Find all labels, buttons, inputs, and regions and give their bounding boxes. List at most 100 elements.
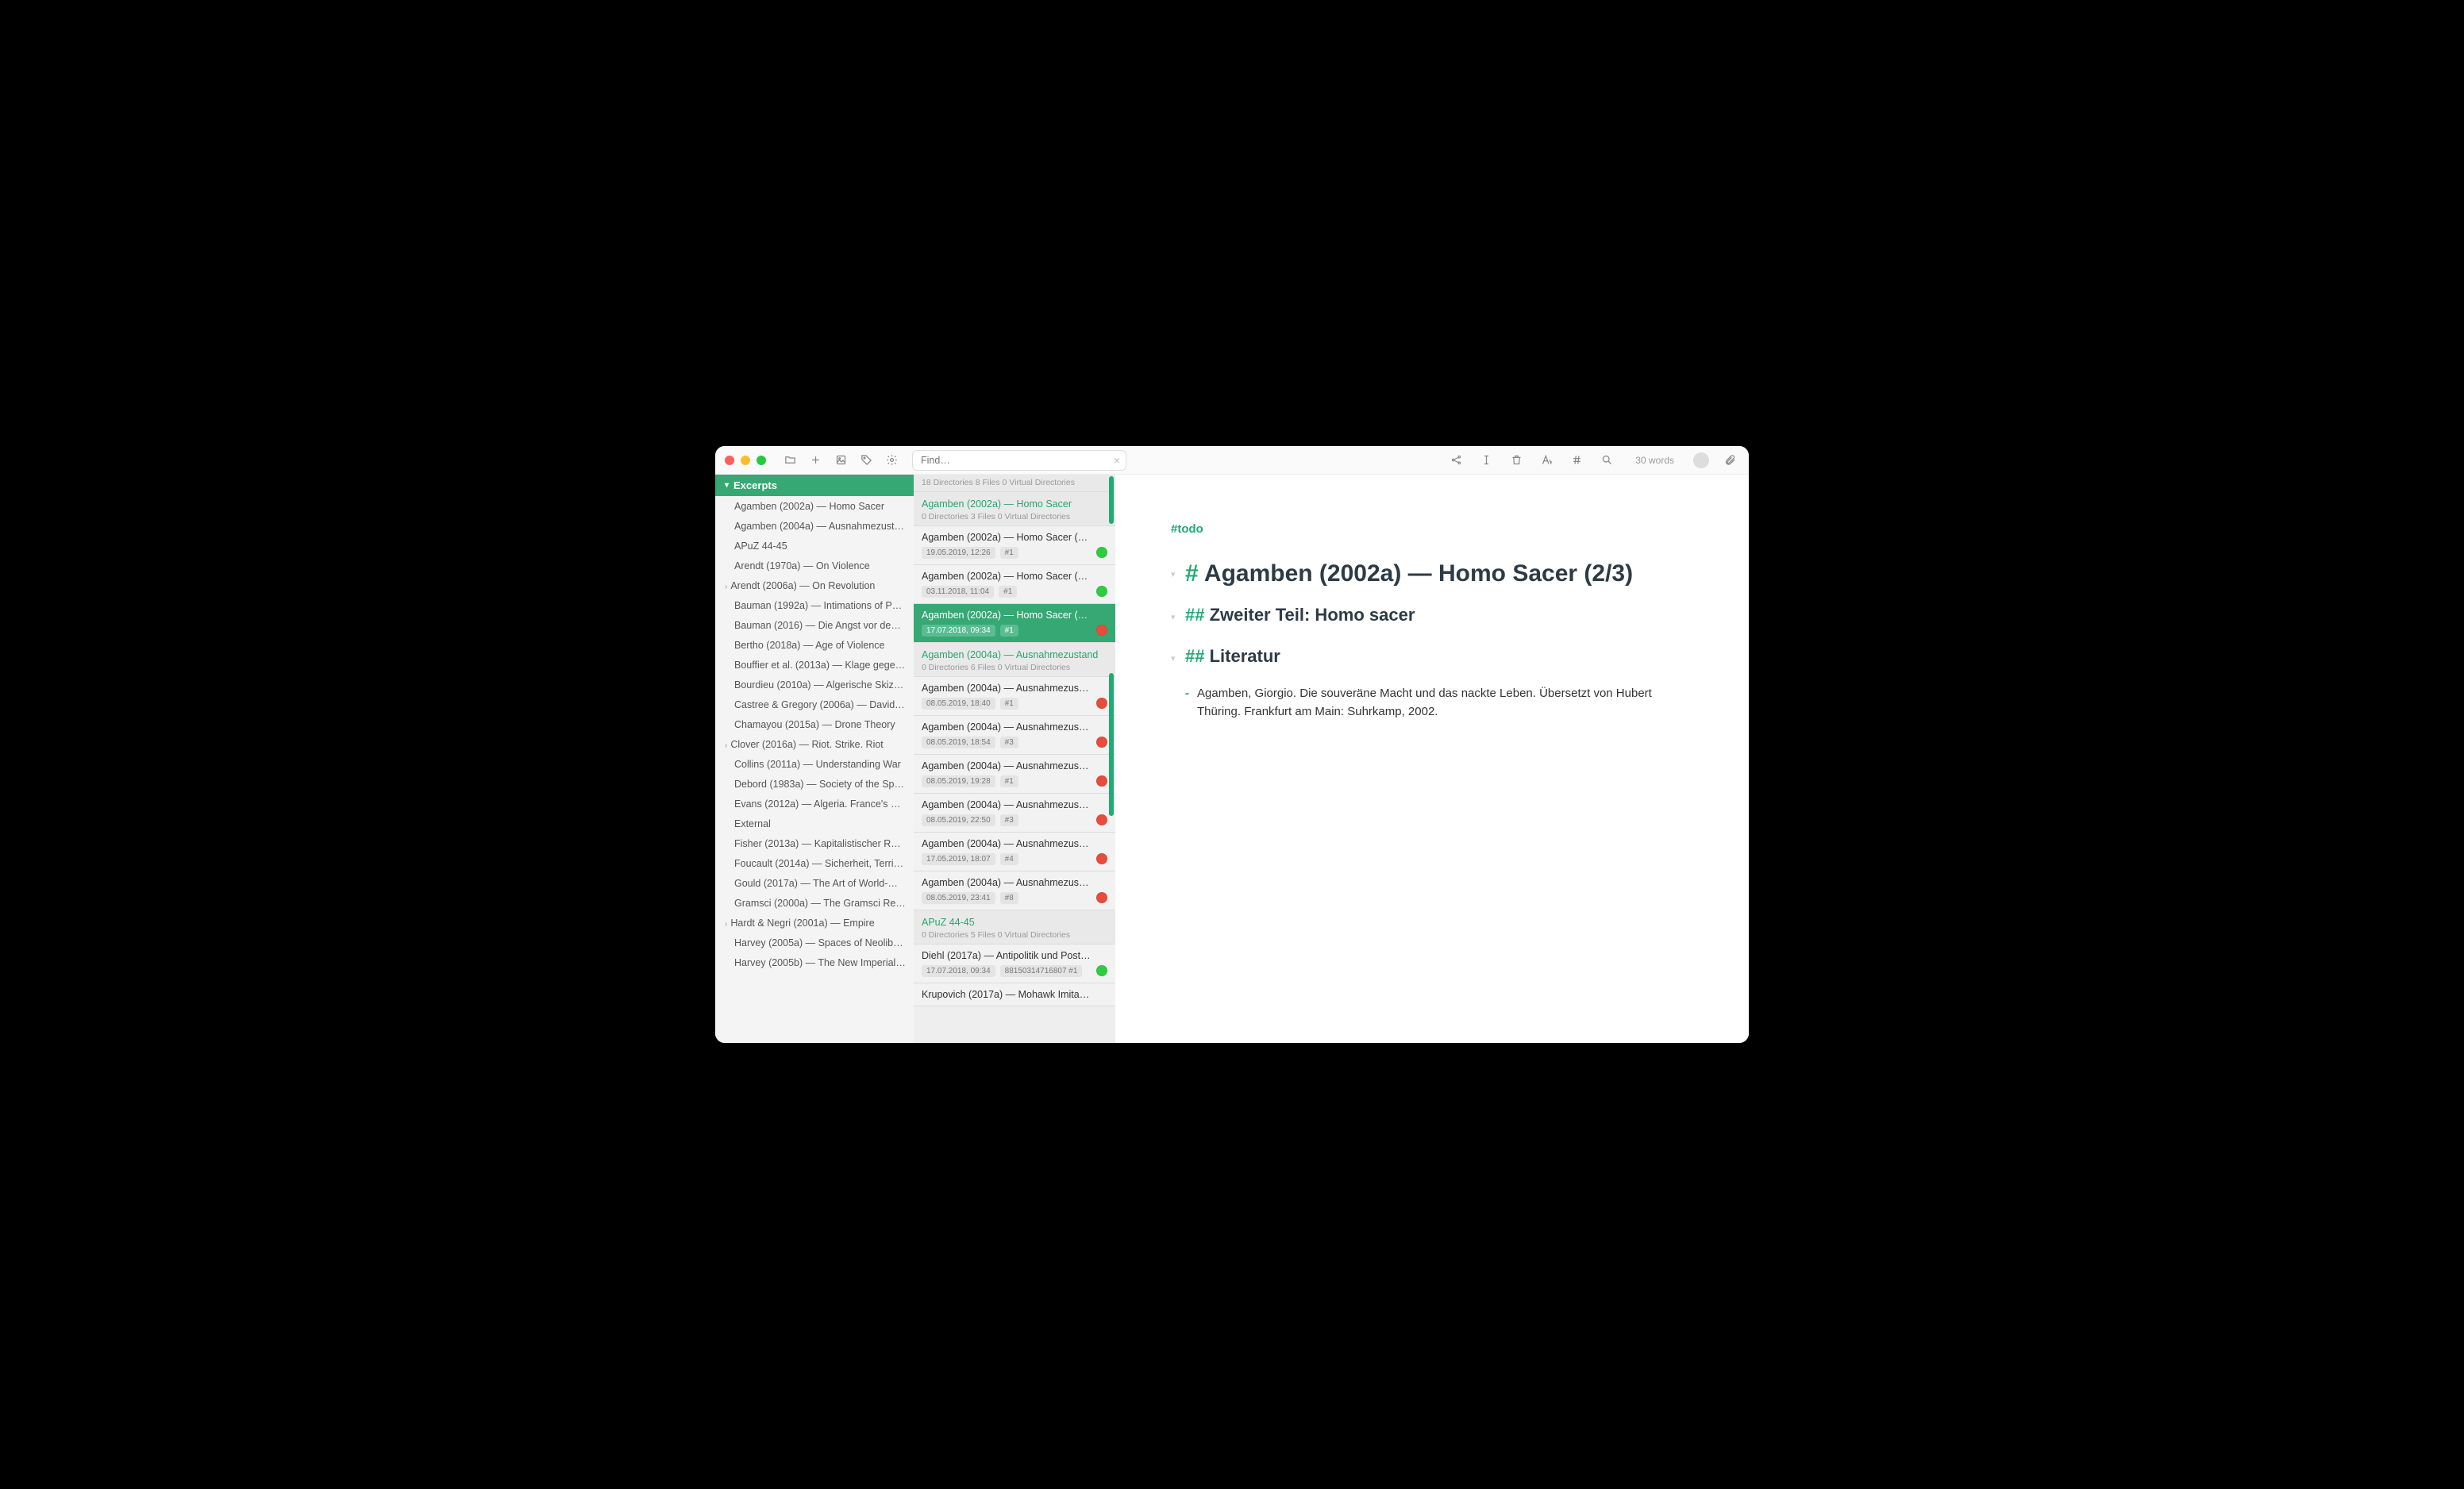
search-icon[interactable]: [1597, 451, 1616, 470]
traffic-lights: [725, 456, 766, 465]
file-item[interactable]: Agamben (2002a) — Homo Sacer (1-3)03.11.…: [914, 565, 1115, 604]
status-dot: [1096, 814, 1107, 825]
sidebar-item-label: Arendt (1970a) — On Violence: [734, 560, 870, 571]
fold-chevron-icon[interactable]: ▾: [1171, 569, 1179, 579]
file-item[interactable]: Agamben (2004a) — Ausnahmezustand 308.05…: [914, 755, 1115, 794]
sidebar-item[interactable]: Debord (1983a) — Society of the Spectacl…: [715, 774, 914, 794]
sidebar-item[interactable]: Collins (2011a) — Understanding War: [715, 754, 914, 774]
editor-pane[interactable]: #todo ▾ # Agamben (2002a) — Homo Sacer (…: [1115, 475, 1749, 1043]
search-field[interactable]: ×: [912, 450, 1126, 471]
font-icon[interactable]: [1537, 451, 1556, 470]
chevron-right-icon: ›: [725, 583, 727, 591]
file-group-header[interactable]: APuZ 44-45 0 Directories 5 Files 0 Virtua…: [914, 910, 1115, 945]
maximize-window-button[interactable]: [757, 456, 766, 465]
heading-2[interactable]: ▾ ## Zweiter Teil: Homo sacer: [1171, 605, 1693, 625]
file-title: Diehl (2017a) — Antipolitik und Postmode…: [922, 950, 1107, 961]
sidebar-item[interactable]: Gould (2017a) — The Art of World-Making: [715, 873, 914, 893]
sidebar-item[interactable]: APuZ 44-45: [715, 536, 914, 556]
sidebar-item-label: APuZ 44-45: [734, 541, 787, 552]
sidebar-item[interactable]: Agamben (2004a) — Ausnahmezustand: [715, 516, 914, 536]
file-item[interactable]: Krupovich (2017a) — Mohawk Imitation: [914, 983, 1115, 1006]
sidebar-item-label: Chamayou (2015a) — Drone Theory: [734, 719, 895, 730]
group-title: Agamben (2002a) — Homo Sacer: [922, 498, 1107, 510]
sidebar-item[interactable]: External: [715, 814, 914, 833]
fold-chevron-icon[interactable]: ▾: [1171, 612, 1179, 622]
clear-search-icon[interactable]: ×: [1114, 454, 1120, 467]
attachment-icon[interactable]: [1720, 451, 1739, 470]
hash-icon[interactable]: [1567, 451, 1586, 470]
sidebar-list[interactable]: Agamben (2002a) — Homo SacerAgamben (200…: [715, 496, 914, 1043]
sidebar-item[interactable]: Harvey (2005b) — The New Imperialism: [715, 952, 914, 972]
file-item[interactable]: Agamben (2004a) — Ausnahmezustand 208.05…: [914, 716, 1115, 755]
group-title: APuZ 44-45: [922, 917, 1107, 928]
file-date: 03.11.2018, 11:04: [922, 586, 994, 598]
chevron-down-icon: ▾: [725, 481, 729, 490]
app-window: × 30 words ▾ Excerpts Agamben (2002a) — …: [715, 446, 1749, 1043]
sidebar-item[interactable]: ›Hardt & Negri (2001a) — Empire: [715, 913, 914, 933]
search-input[interactable]: [912, 450, 1126, 471]
sidebar-item[interactable]: Fisher (2013a) — Kapitalistischer Realis…: [715, 833, 914, 853]
folder-icon[interactable]: [780, 451, 799, 470]
new-file-icon[interactable]: [806, 451, 825, 470]
sidebar-item[interactable]: ›Clover (2016a) — Riot. Strike. Riot: [715, 734, 914, 754]
sidebar-item[interactable]: Foucault (2014a) — Sicherheit, Territori…: [715, 853, 914, 873]
file-item[interactable]: Agamben (2002a) — Homo Sacer (2-3) 17.07.…: [914, 604, 1115, 643]
titlebar-right: 30 words: [1446, 451, 1739, 470]
close-window-button[interactable]: [725, 456, 734, 465]
file-item[interactable]: Diehl (2017a) — Antipolitik und Postmode…: [914, 945, 1115, 983]
scrollbar-thumb[interactable]: [1109, 673, 1114, 816]
sidebar-item-label: Fisher (2013a) — Kapitalistischer Realis…: [734, 838, 914, 849]
image-icon[interactable]: [831, 451, 850, 470]
file-title: Agamben (2004a) — Ausnahmezustand 1: [922, 683, 1107, 694]
sidebar-item[interactable]: Harvey (2005a) — Spaces of Neoliberalism: [715, 933, 914, 952]
fold-chevron-icon[interactable]: ▾: [1171, 653, 1179, 664]
tag-icon[interactable]: [857, 451, 876, 470]
file-item[interactable]: Agamben (2004a) — Ausnahmezustand 517.05…: [914, 833, 1115, 871]
status-dot: [1096, 775, 1107, 787]
group-meta: 0 Directories 5 Files 0 Virtual Director…: [922, 930, 1107, 940]
document-tag[interactable]: #todo: [1171, 522, 1693, 536]
file-item[interactable]: Agamben (2004a) — Ausnahmezustand 108.05…: [914, 677, 1115, 716]
sidebar-item[interactable]: Bertho (2018a) — Age of Violence: [715, 635, 914, 655]
sidebar-item[interactable]: Bouffier et al. (2013a) — Klage gegen …: [715, 655, 914, 675]
share-icon[interactable]: [1446, 451, 1465, 470]
sidebar-item[interactable]: Agamben (2002a) — Homo Sacer: [715, 496, 914, 516]
sidebar-item-label: Castree & Gregory (2006a) — David Harvey: [734, 699, 914, 710]
heading-2[interactable]: ▾ ## Literatur: [1171, 646, 1693, 667]
file-list-scroll[interactable]: 18 Directories 8 Files 0 Virtual Directo…: [914, 475, 1115, 1043]
file-title: Krupovich (2017a) — Mohawk Imitation: [922, 989, 1107, 1000]
sidebar-item[interactable]: Arendt (1970a) — On Violence: [715, 556, 914, 575]
settings-icon[interactable]: [882, 451, 901, 470]
file-title: Agamben (2002a) — Homo Sacer (2-3): [922, 610, 1107, 621]
file-group-header[interactable]: Agamben (2004a) — Ausnahmezustand0 Direc…: [914, 643, 1115, 677]
cursor-icon[interactable]: [1476, 451, 1496, 470]
list-item[interactable]: - Agamben, Giorgio. Die souveräne Macht …: [1185, 684, 1693, 721]
file-item[interactable]: Agamben (2004a) — Ausnahmezustand 608.05…: [914, 871, 1115, 910]
titlebar: × 30 words: [715, 446, 1749, 475]
sidebar-item[interactable]: ›Arendt (2006a) — On Revolution: [715, 575, 914, 595]
file-meta: 08.05.2019, 19:28#1: [922, 775, 1107, 787]
avatar[interactable]: [1693, 452, 1709, 468]
sidebar-item[interactable]: Castree & Gregory (2006a) — David Harvey: [715, 694, 914, 714]
file-item[interactable]: Agamben (2004a) — Ausnahmezustand 408.05…: [914, 794, 1115, 833]
sidebar-item[interactable]: Bourdieu (2010a) — Algerische Skizzen: [715, 675, 914, 694]
file-date: 17.07.2018, 09:34: [922, 625, 995, 637]
sidebar-item-label: External: [734, 818, 771, 829]
sidebar-item[interactable]: Evans (2012a) — Algeria. France's undecl…: [715, 794, 914, 814]
scrollbar-thumb[interactable]: [1109, 476, 1114, 524]
sidebar-header-label: Excerpts: [733, 479, 777, 491]
heading-1[interactable]: ▾ # Agamben (2002a) — Homo Sacer (2/3): [1171, 558, 1693, 591]
sidebar-item-label: Collins (2011a) — Understanding War: [734, 759, 901, 770]
minimize-window-button[interactable]: [741, 456, 750, 465]
file-item[interactable]: Agamben (2002a) — Homo Sacer (0-3)19.05.…: [914, 526, 1115, 565]
sidebar-item-label: Evans (2012a) — Algeria. France's undecl…: [734, 798, 914, 810]
group-meta: 0 Directories 6 Files 0 Virtual Director…: [922, 663, 1107, 672]
trash-icon[interactable]: [1507, 451, 1526, 470]
sidebar-item[interactable]: Chamayou (2015a) — Drone Theory: [715, 714, 914, 734]
file-tag: #3: [1000, 737, 1018, 748]
sidebar-item[interactable]: Bauman (1992a) — Intimations of Postmode…: [715, 595, 914, 615]
sidebar-section-header[interactable]: ▾ Excerpts: [715, 475, 914, 496]
file-group-header[interactable]: Agamben (2002a) — Homo Sacer0 Directorie…: [914, 492, 1115, 526]
sidebar-item[interactable]: Bauman (2016) — Die Angst vor den andere…: [715, 615, 914, 635]
sidebar-item[interactable]: Gramsci (2000a) — The Gramsci Reader: [715, 893, 914, 913]
